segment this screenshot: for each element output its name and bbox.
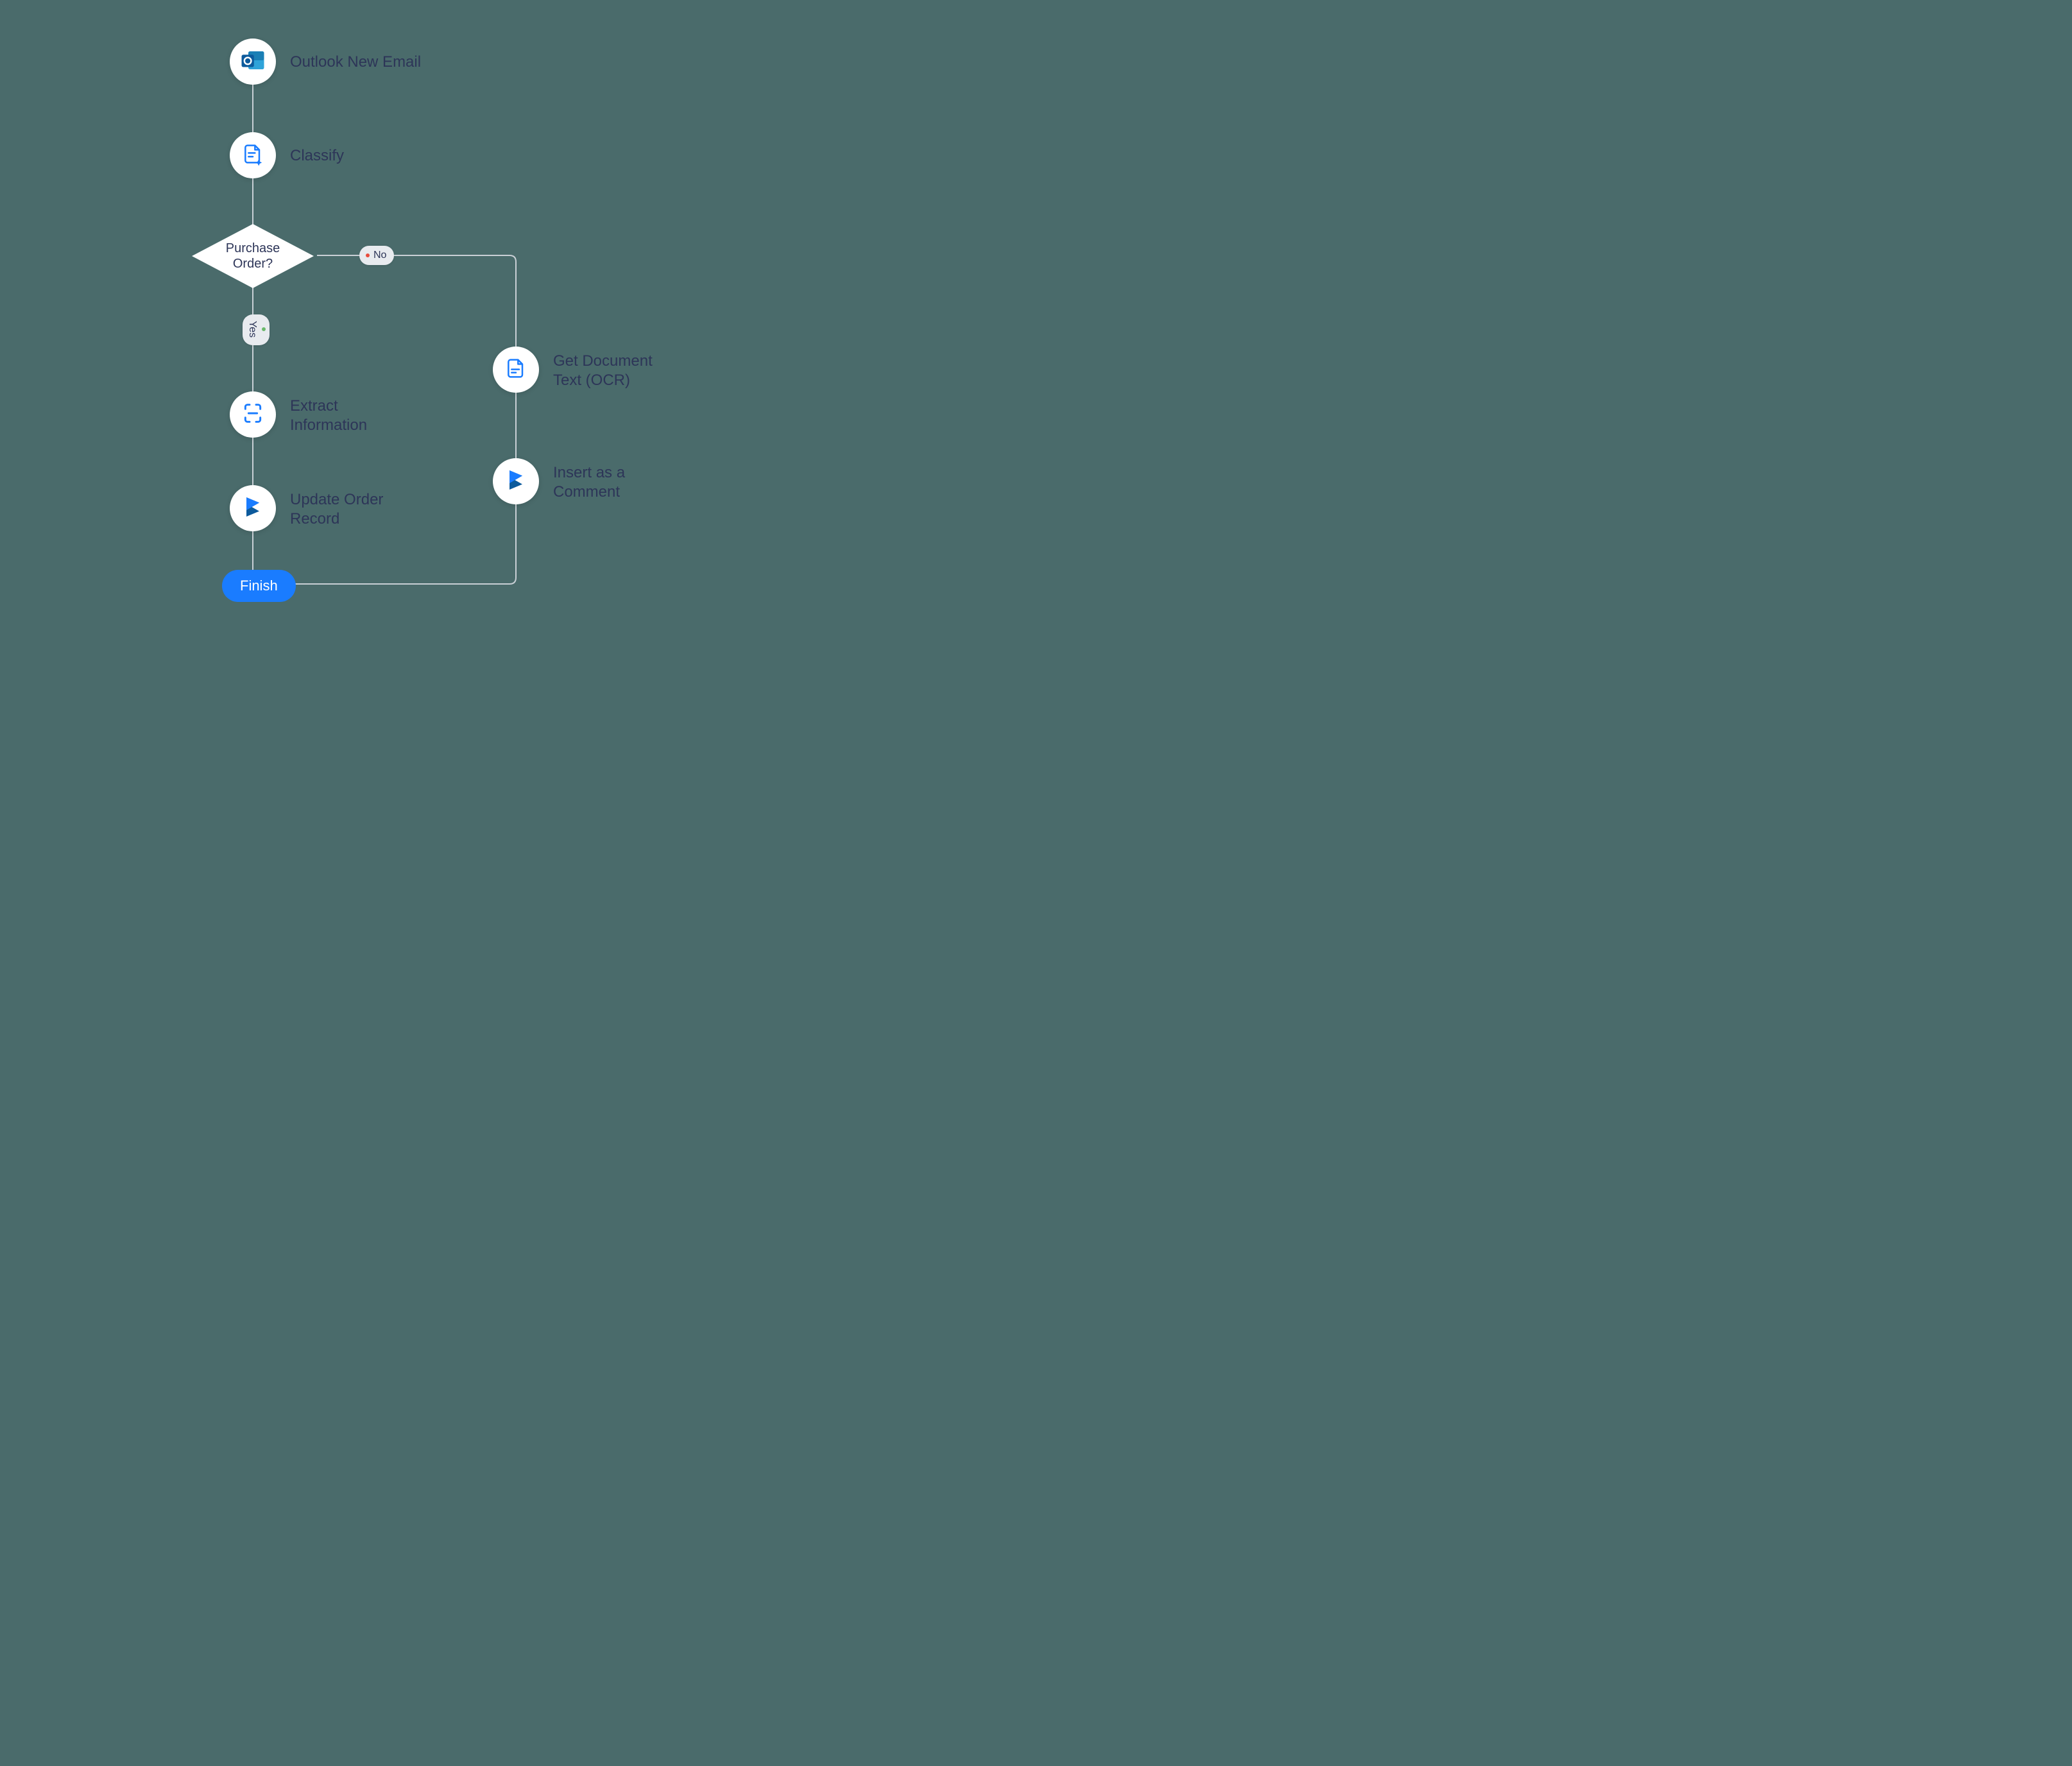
flowchart: Outlook New Email Classify Purchase Orde… bbox=[0, 0, 753, 642]
dynamics-icon bbox=[503, 467, 529, 496]
node-ocr[interactable] bbox=[493, 347, 539, 393]
document-sparkle-icon bbox=[240, 141, 266, 170]
branch-no: No bbox=[359, 246, 394, 265]
label-classify: Classify bbox=[290, 146, 344, 166]
node-finish[interactable]: Finish bbox=[222, 570, 296, 602]
node-extract[interactable] bbox=[230, 391, 276, 438]
dynamics-icon bbox=[240, 494, 266, 523]
label-ocr: Get Document Text (OCR) bbox=[553, 352, 653, 390]
document-lines-icon bbox=[503, 356, 529, 384]
dot-red-icon bbox=[366, 253, 370, 257]
connector-lines bbox=[0, 0, 753, 642]
label-insert: Insert as a Comment bbox=[553, 463, 625, 502]
node-update[interactable] bbox=[230, 485, 276, 531]
scan-icon bbox=[240, 400, 266, 429]
branch-yes-label: Yes bbox=[246, 321, 258, 338]
label-finish: Finish bbox=[240, 578, 278, 594]
branch-yes: Yes bbox=[243, 314, 270, 345]
outlook-icon bbox=[239, 47, 266, 77]
label-outlook: Outlook New Email bbox=[290, 53, 421, 72]
label-decision: Purchase Order? bbox=[226, 241, 280, 271]
branch-no-label: No bbox=[373, 250, 386, 261]
node-classify[interactable] bbox=[230, 132, 276, 178]
node-outlook[interactable] bbox=[230, 39, 276, 85]
node-decision[interactable]: Purchase Order? bbox=[189, 221, 317, 291]
label-update: Update Order Record bbox=[290, 490, 383, 529]
label-extract: Extract Information bbox=[290, 397, 367, 435]
node-insert[interactable] bbox=[493, 458, 539, 504]
dot-green-icon bbox=[262, 327, 266, 331]
